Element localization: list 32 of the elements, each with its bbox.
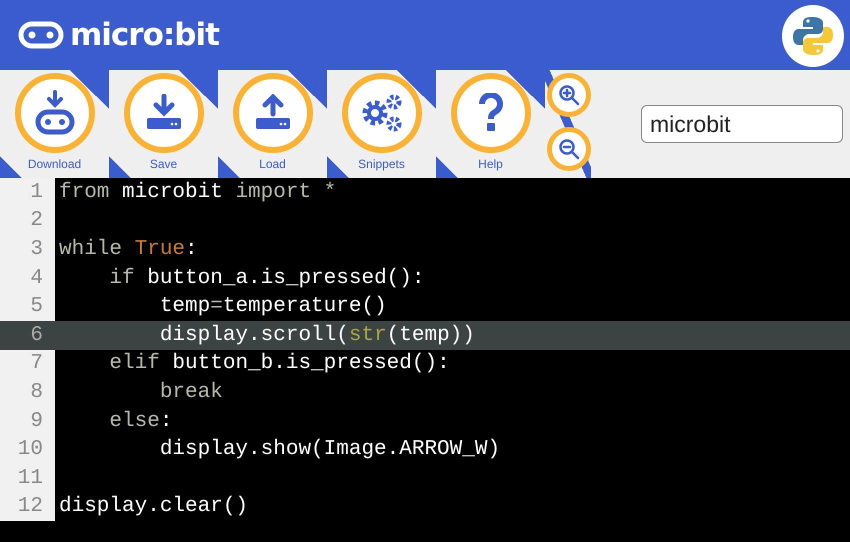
code-line: elif button_b.is_pressed(): xyxy=(108,352,450,376)
code-line: display.show(Image.ARROW_W) xyxy=(158,438,500,462)
zoom-in-icon xyxy=(558,84,580,106)
line-number: 3 xyxy=(0,235,55,264)
code-line: while True: xyxy=(58,238,198,261)
code-line: if button_a.is_pressed(): xyxy=(108,266,424,290)
code-line: break xyxy=(158,380,223,404)
code-line: display.scroll(str(temp)) xyxy=(158,324,475,347)
line-number: 7 xyxy=(0,350,55,378)
line-number: 12 xyxy=(0,492,55,522)
zoom-out-button[interactable] xyxy=(547,127,591,171)
logo-text: micro:bit xyxy=(70,17,219,53)
line-number: 9 xyxy=(0,406,55,436)
line-number: 5 xyxy=(0,292,55,321)
question-icon xyxy=(476,93,504,133)
two-snakes-icon[interactable] xyxy=(782,5,844,67)
line-number: 11 xyxy=(0,464,55,493)
code-line: display.clear() xyxy=(58,495,248,518)
line-number: 1 xyxy=(0,178,55,207)
gears-icon xyxy=(360,93,404,133)
download-device-icon xyxy=(34,90,74,136)
zoom-in-button[interactable] xyxy=(547,73,591,117)
code-line: from microbit import * xyxy=(58,180,336,204)
line-number: 8 xyxy=(0,378,55,407)
line-number: 4 xyxy=(0,264,55,292)
code-line: else: xyxy=(108,410,172,433)
code-line: temp=temperature() xyxy=(158,295,387,318)
script-name-field[interactable]: microbit xyxy=(641,105,843,143)
line-number: 10 xyxy=(0,435,55,464)
zoom-out-icon xyxy=(558,138,580,160)
line-number: 2 xyxy=(0,206,55,236)
logo-icon xyxy=(18,21,64,49)
